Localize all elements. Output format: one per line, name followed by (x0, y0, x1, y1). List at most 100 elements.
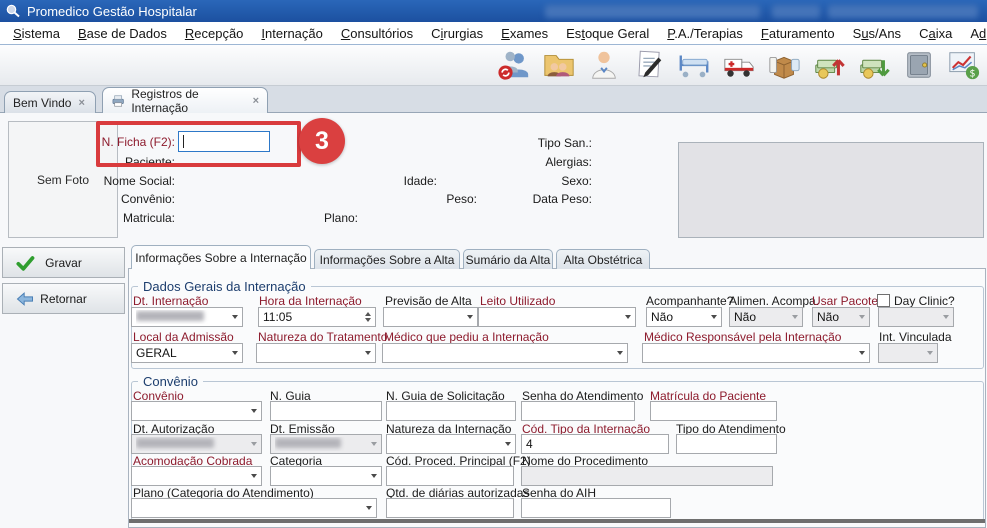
natureza-internacao-combo[interactable] (386, 434, 516, 454)
leito-combo[interactable] (478, 307, 636, 327)
natureza-tratamento-combo[interactable] (256, 343, 376, 363)
patient-folder-icon[interactable] (539, 46, 579, 84)
leito-label: Leito Utilizado (480, 294, 555, 308)
chevron-down-icon (467, 315, 473, 319)
day-clinic-checkbox[interactable] (877, 294, 890, 307)
hora-internacao-label: Hora da Internação (259, 294, 362, 308)
local-admissao-combo[interactable]: GERAL (131, 343, 243, 363)
money-out-icon[interactable] (854, 46, 894, 84)
menu-consultorios[interactable]: Consultórios (332, 24, 422, 43)
chevron-down-icon (251, 442, 257, 446)
previsao-alta-combo[interactable] (383, 307, 478, 327)
chevron-down-icon (371, 474, 377, 478)
toolbar-icons: $ (494, 45, 984, 85)
gravar-label: Gravar (45, 256, 82, 270)
menu-internacao[interactable]: Internação (252, 24, 331, 43)
money-in-icon[interactable] (809, 46, 849, 84)
retornar-button[interactable]: Retornar (2, 283, 125, 314)
chevron-down-icon (365, 351, 371, 355)
menu-estoque-geral[interactable]: Estoque Geral (557, 24, 658, 43)
menu-caixa[interactable]: Caixa (910, 24, 961, 43)
tab-registros-internacao[interactable]: Registros de Internação × (102, 87, 268, 113)
acomodacao-cobrada-combo[interactable] (131, 466, 262, 486)
chevron-down-icon (625, 315, 631, 319)
dt-autorizacao-combo[interactable] (131, 434, 262, 454)
matricula-paciente-input[interactable] (650, 401, 777, 421)
qtd-diarias-input[interactable] (386, 498, 514, 518)
menu-cirurgias[interactable]: Cirurgias (422, 24, 492, 43)
cod-proced-principal-input[interactable] (386, 466, 514, 486)
menu-faturamento[interactable]: Faturamento (752, 24, 844, 43)
acompanhante-combo[interactable]: Não (646, 307, 722, 327)
senha-atendimento-input[interactable] (521, 401, 635, 421)
int-vinculada-combo[interactable] (878, 343, 938, 363)
close-icon[interactable]: × (78, 97, 84, 109)
check-icon (15, 253, 35, 273)
contract-icon[interactable] (629, 46, 669, 84)
n-guia-solicitacao-input[interactable] (386, 401, 516, 421)
menu-administracao[interactable]: Administração (961, 24, 987, 43)
ambulance-icon[interactable] (719, 46, 759, 84)
menu-base-de-dados[interactable]: Base de Dados (69, 24, 176, 43)
chevron-down-icon (232, 351, 238, 355)
tipo-san-label: Tipo San.: (500, 136, 592, 150)
alimen-acompa-combo[interactable]: Não (729, 307, 803, 327)
group-convenio-title: Convênio (138, 374, 203, 389)
tab-label: Informações Sobre a Internação (135, 251, 306, 265)
menu-sus-ans[interactable]: Sus/Ans (844, 24, 910, 43)
gravar-button[interactable]: Gravar (2, 247, 125, 278)
app-icon (5, 3, 21, 19)
users-sync-icon[interactable] (494, 46, 534, 84)
chevron-down-icon (251, 409, 257, 413)
section-divider (129, 519, 985, 523)
tab-bem-vindo[interactable]: Bem Vindo × (4, 91, 96, 113)
doctor-icon[interactable] (584, 46, 624, 84)
group-dados-gerais-title: Dados Gerais da Internação (138, 279, 311, 294)
acompanhante-label: Acompanhante? (646, 294, 733, 308)
internacao-tab-icon (111, 94, 125, 108)
menu-pa-terapias[interactable]: P.A./Terapias (658, 24, 752, 43)
chevron-down-icon (251, 474, 257, 478)
chevron-down-icon (617, 351, 623, 355)
hospital-bed-icon[interactable] (674, 46, 714, 84)
medico-responsavel-combo[interactable] (642, 343, 870, 363)
medico-pediu-label: Médico que pediu a Internação (384, 330, 549, 344)
redacted-value (136, 438, 214, 448)
spinner-arrows-icon[interactable] (365, 312, 371, 322)
safe-icon[interactable] (899, 46, 939, 84)
n-guia-input[interactable] (270, 401, 382, 421)
medico-pediu-combo[interactable] (382, 343, 628, 363)
cod-tipo-internacao-input[interactable]: 4 (521, 434, 669, 454)
dt-emissao-combo[interactable] (270, 434, 382, 454)
idade-label: Idade: (350, 174, 437, 188)
redacted-text (828, 5, 978, 18)
plano-categoria-combo[interactable] (131, 498, 377, 518)
alimen-acompa-label: Alimen. Acompa. (729, 294, 819, 308)
app-window: Promedico Gestão Hospitalar SistemaBase … (0, 0, 987, 528)
tab-sumario-alta[interactable]: Sumário da Alta (463, 249, 553, 269)
tipo-atendimento-input[interactable] (676, 434, 777, 454)
chevron-down-icon (505, 442, 511, 446)
day-clinic-combo[interactable] (878, 307, 954, 327)
tab-label: Sumário da Alta (466, 253, 551, 267)
tab-alta-obstetrica[interactable]: Alta Obstétrica (556, 249, 650, 269)
peso-label: Peso: (390, 192, 477, 206)
stock-items-icon[interactable] (764, 46, 804, 84)
chevron-down-icon (232, 315, 238, 319)
senha-aih-input[interactable] (521, 498, 671, 518)
tab-informacoes-alta[interactable]: Informações Sobre a Alta (314, 249, 460, 269)
nome-procedimento-input[interactable] (521, 466, 773, 486)
dt-internacao-combo[interactable] (131, 307, 243, 327)
menu-exames[interactable]: Exames (492, 24, 557, 43)
menu-sistema[interactable]: Sistema (4, 24, 69, 43)
tab-informacoes-internacao[interactable]: Informações Sobre a Internação (131, 245, 311, 269)
menu-recepcao[interactable]: Recepção (176, 24, 253, 43)
hora-internacao-spinner[interactable]: 11:05 (258, 307, 376, 327)
redacted-value (275, 438, 341, 448)
finance-chart-icon[interactable]: $ (944, 46, 984, 84)
usar-pacote-combo[interactable]: Não (812, 307, 870, 327)
convenio-combo[interactable] (131, 401, 262, 421)
close-icon[interactable]: × (253, 95, 259, 107)
categoria-combo[interactable] (270, 466, 382, 486)
dt-internacao-label: Dt. Internação (133, 294, 208, 308)
